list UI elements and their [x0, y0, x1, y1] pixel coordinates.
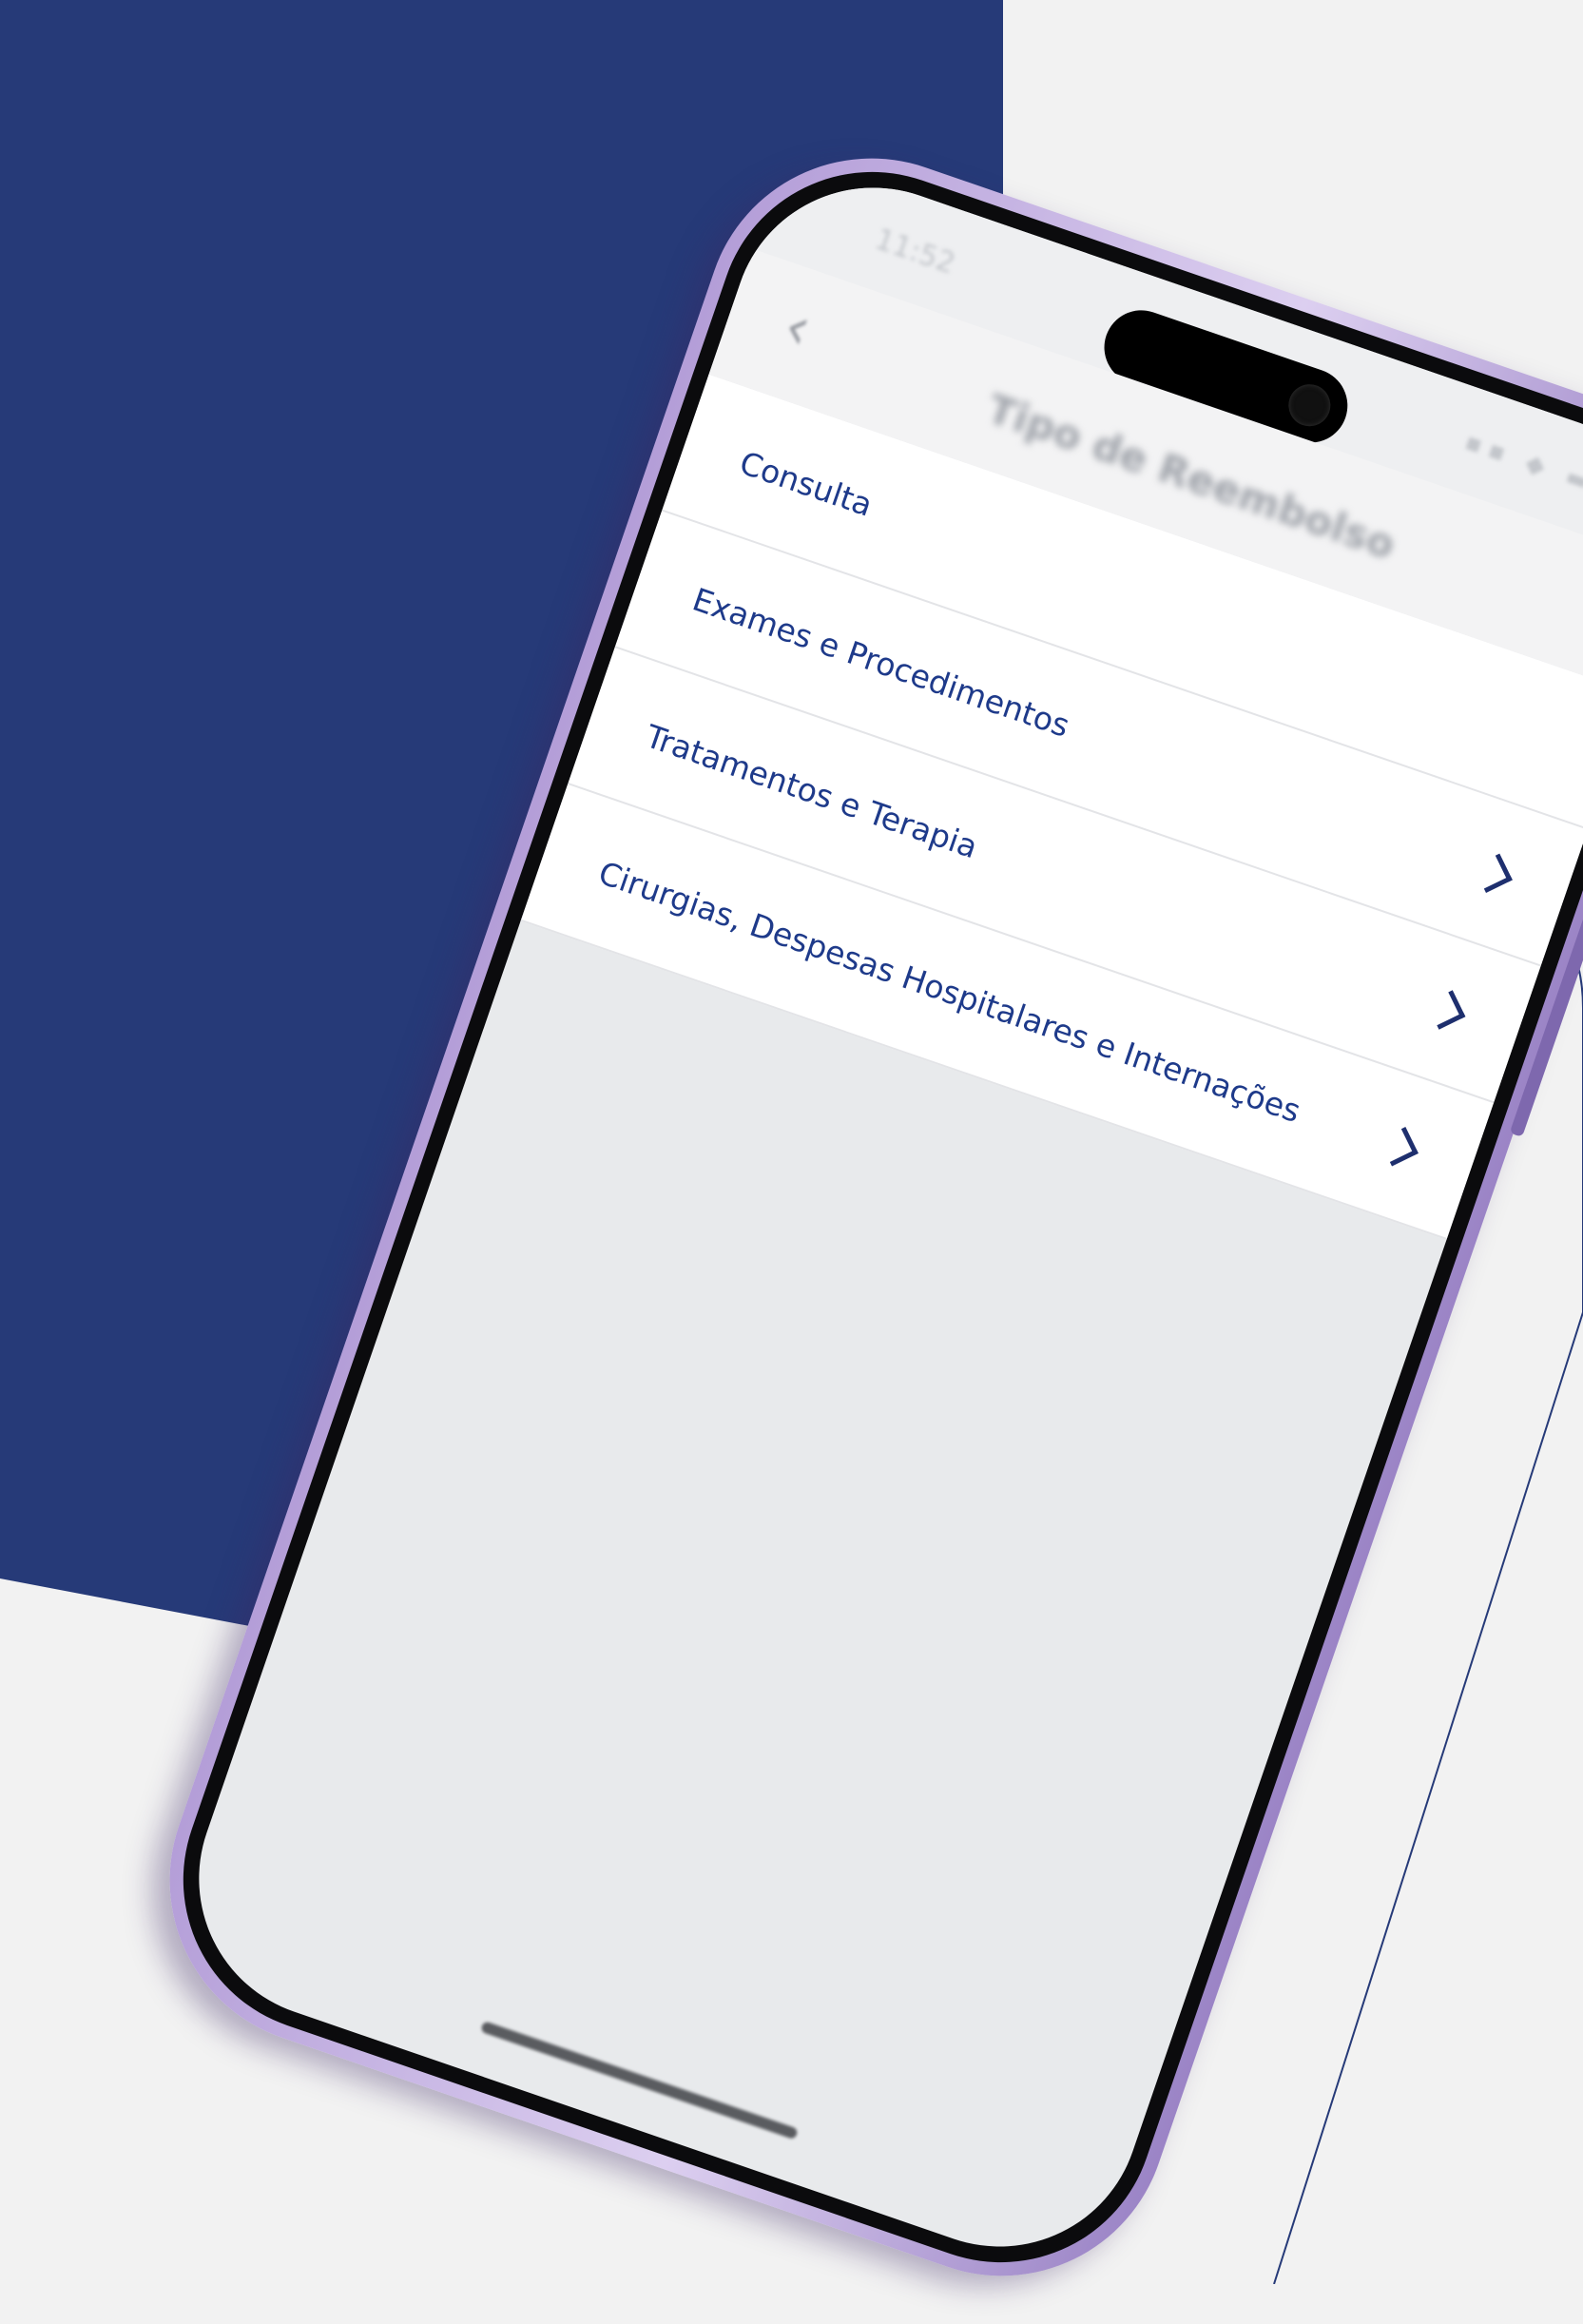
chevron-right-icon — [1473, 853, 1513, 894]
status-icons: ▪▪ ◆ ▬ — [1460, 427, 1583, 499]
chevron-right-icon — [1425, 990, 1466, 1030]
status-time: 11:52 — [870, 223, 960, 281]
list-item-label: Consulta — [735, 443, 878, 524]
chevron-right-icon — [1379, 1127, 1419, 1167]
